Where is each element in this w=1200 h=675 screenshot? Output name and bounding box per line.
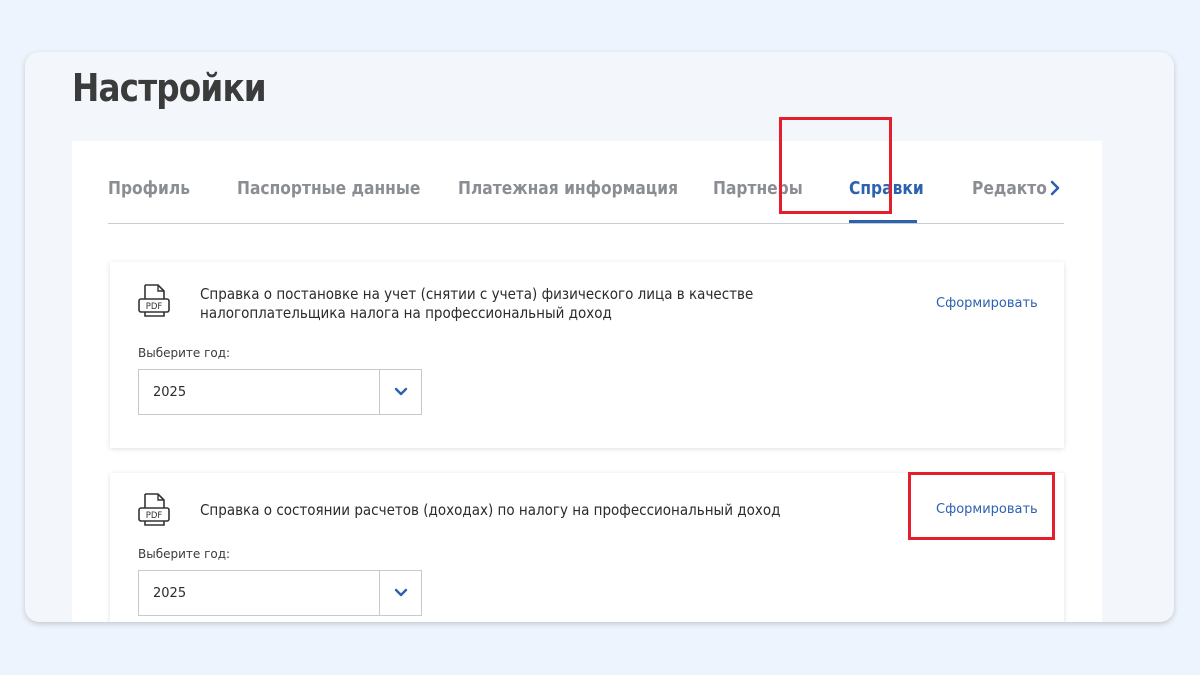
year-select-value: 2025 [153, 385, 187, 400]
chevron-down-icon[interactable] [379, 370, 421, 414]
active-tab-underline [849, 220, 917, 223]
year-select[interactable]: 2025 [138, 570, 422, 616]
chevron-down-icon[interactable] [379, 571, 421, 615]
certificate-card-settlements: PDF Справка о состоянии расчетов (дохода… [110, 473, 1064, 622]
tab-profile[interactable]: Профиль [108, 178, 190, 199]
generate-button[interactable]: Сформировать [936, 296, 1038, 311]
settings-panel: Профиль Паспортные данные Платежная инфо… [72, 141, 1102, 622]
year-label: Выберите год: [138, 346, 231, 360]
year-select-value: 2025 [153, 586, 187, 601]
pdf-file-icon: PDF [138, 493, 170, 526]
settings-window: Настройки Профиль Паспортные данные Плат… [25, 52, 1174, 622]
svg-text:PDF: PDF [146, 511, 163, 521]
year-label: Выберите год: [138, 547, 231, 561]
certificate-title: Справка о постановке на учет (снятии с у… [200, 285, 754, 322]
svg-text:PDF: PDF [146, 302, 163, 312]
tab-payment[interactable]: Платежная информация [458, 178, 678, 199]
tab-passport[interactable]: Паспортные данные [237, 178, 420, 199]
page-title: Настройки [72, 66, 267, 110]
tab-partners[interactable]: Партнеры [713, 178, 803, 199]
tab-bar: Профиль Паспортные данные Платежная инфо… [108, 141, 1064, 224]
generate-button[interactable]: Сформировать [936, 502, 1038, 517]
certificate-title: Справка о состоянии расчетов (доходах) п… [200, 501, 781, 519]
year-select[interactable]: 2025 [138, 369, 422, 415]
tab-certificates[interactable]: Справки [849, 178, 924, 199]
pdf-file-icon: PDF [138, 284, 170, 317]
chevron-right-icon[interactable] [1049, 177, 1063, 199]
certificate-card-registration: PDF Справка о постановке на учет (снятии… [110, 262, 1064, 448]
tab-edit[interactable]: Редакто [972, 178, 1047, 199]
